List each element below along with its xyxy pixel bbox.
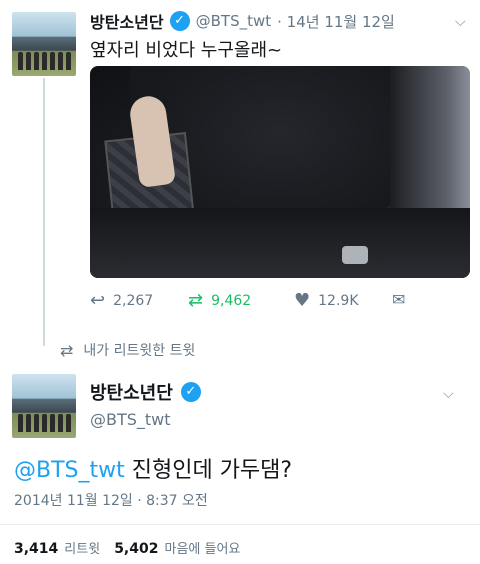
dm-action[interactable]: ✉ xyxy=(392,290,405,309)
display-name[interactable]: 방탄소년단 xyxy=(90,9,164,33)
verified-badge-icon: ✓ xyxy=(169,11,190,31)
tweet-header: 방탄소년단 ✓ @BTS_twt · 14년 11월 12일 xyxy=(90,8,395,34)
thread-line xyxy=(43,78,45,346)
retweet-count: 9,462 xyxy=(211,292,252,309)
avatar[interactable] xyxy=(12,12,76,76)
like-count: 12.9K xyxy=(318,292,359,309)
reply-count: 2,267 xyxy=(113,292,154,309)
retweet-icon: ⇄ xyxy=(188,290,204,311)
retweet-action[interactable]: ⇄ 9,462 xyxy=(188,290,251,311)
avatar[interactable] xyxy=(12,374,76,438)
retweet-context-label: 내가 리트윗한 트윗 xyxy=(83,343,196,359)
timestamp[interactable]: 2014년 11월 12일 · 8:37 오전 xyxy=(14,490,208,510)
likes-label: 마음에 들어요 xyxy=(164,542,241,557)
display-name[interactable]: 방탄소년단 xyxy=(90,379,173,405)
heart-icon: ♥ xyxy=(294,290,311,311)
chevron-down-icon[interactable]: ⌵ xyxy=(455,14,466,30)
retweet-context: ⇄ 내가 리트윗한 트윗 xyxy=(60,340,195,360)
reply-icon: ↩ xyxy=(90,290,106,311)
retweet-icon: ⇄ xyxy=(60,340,74,360)
retweets-value[interactable]: 3,414 xyxy=(14,541,58,557)
tweet-actions: ↩ 2,267 ⇄ 9,462 ♥ 12.9K ✉ xyxy=(90,290,410,312)
dm-icon: ✉ xyxy=(392,290,406,309)
tweet-body: 진형인데 가두댐? xyxy=(124,458,293,483)
verified-badge-icon: ✓ xyxy=(180,382,201,402)
tweet-text: 옆자리 비었다 누구올래~ xyxy=(90,40,283,61)
reply-action[interactable]: ↩ 2,267 xyxy=(90,290,153,311)
tweet-photo[interactable] xyxy=(90,66,470,278)
main-tweet-header: 방탄소년단 ✓ xyxy=(90,378,201,406)
tweet-stats: 3,414 리트윗 5,402 마음에 들어요 xyxy=(14,538,240,557)
likes-value[interactable]: 5,402 xyxy=(114,541,158,557)
like-action[interactable]: ♥ 12.9K xyxy=(294,290,359,311)
divider xyxy=(0,524,480,525)
retweets-label: 리트윗 xyxy=(64,542,101,557)
main-tweet-text: @BTS_twt 진형인데 가두댐? xyxy=(14,452,292,484)
tweet-time[interactable]: · 14년 11월 12일 xyxy=(277,11,395,32)
handle[interactable]: @BTS_twt xyxy=(90,410,171,429)
handle[interactable]: @BTS_twt xyxy=(196,12,272,30)
mention-link[interactable]: @BTS_twt xyxy=(14,458,125,483)
chevron-down-icon[interactable]: ⌵ xyxy=(443,386,454,402)
